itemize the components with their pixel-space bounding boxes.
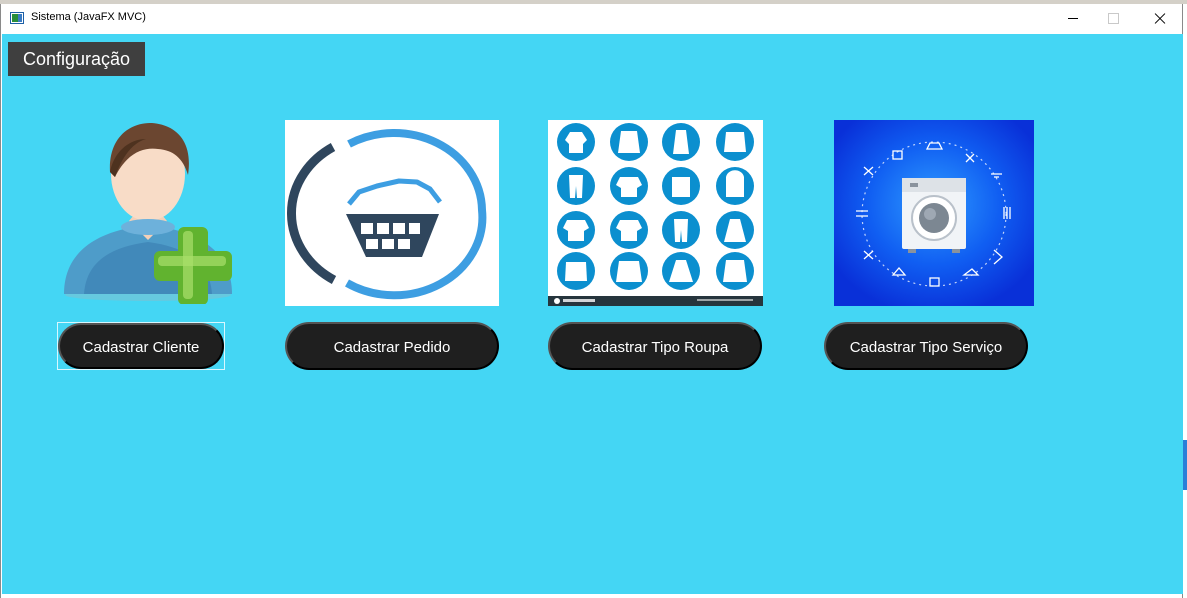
window-title: Sistema (JavaFX MVC) (31, 11, 146, 23)
main-content: Configuração Cadastrar Cliente Cadastrar… (2, 34, 1183, 594)
clothing-grid-icon (548, 120, 763, 306)
laundry-basket-icon (285, 120, 499, 306)
title-bar: Sistema (JavaFX MVC) (1, 4, 1182, 34)
cadastrar-tipo-roupa-button[interactable]: Cadastrar Tipo Roupa (548, 322, 762, 370)
washing-machine-icon (834, 120, 1034, 306)
app-window-icon (10, 12, 24, 24)
close-button[interactable] (1136, 4, 1182, 34)
right-edge-accent (1183, 440, 1187, 490)
cadastrar-cliente-button[interactable]: Cadastrar Cliente (58, 323, 224, 369)
configuracao-menu-button[interactable]: Configuração (8, 42, 145, 76)
user-add-icon (54, 114, 244, 304)
cadastrar-tipo-servico-button[interactable]: Cadastrar Tipo Serviço (824, 322, 1028, 370)
cadastrar-pedido-button[interactable]: Cadastrar Pedido (285, 322, 499, 370)
maximize-button[interactable] (1090, 4, 1136, 34)
app-window: Sistema (JavaFX MVC) Configuração Cadast… (0, 4, 1183, 598)
